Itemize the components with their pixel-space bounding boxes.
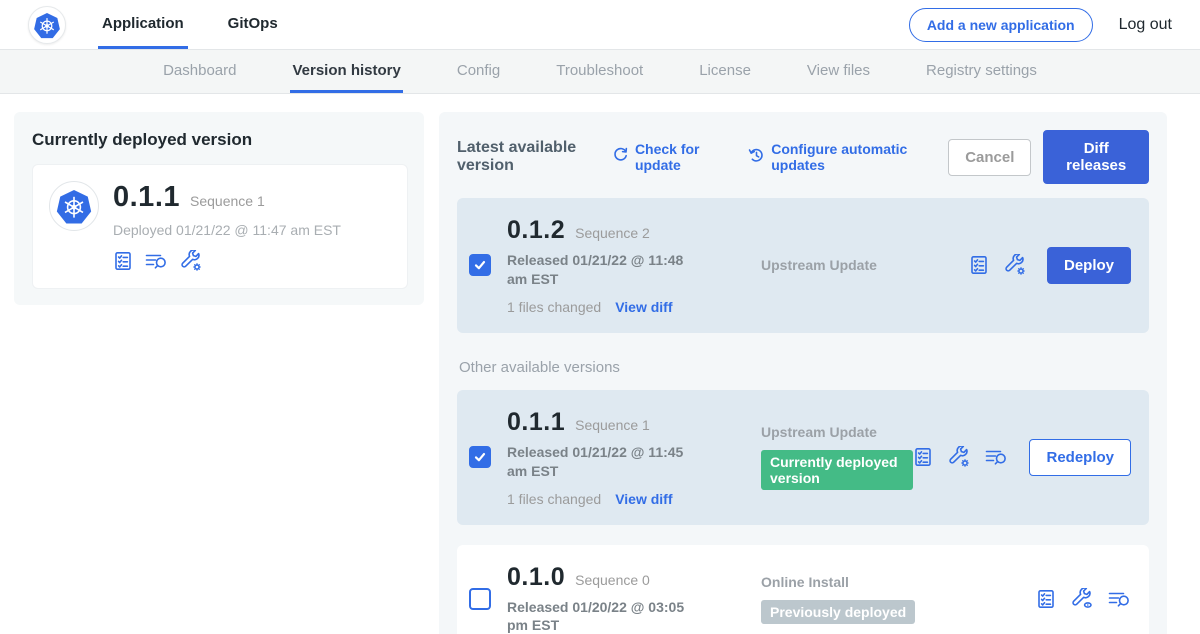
- subnav-tab-version-history[interactable]: Version history: [290, 50, 402, 93]
- subnav-tab-view-files[interactable]: View files: [805, 50, 872, 93]
- kubernetes-logo-icon: [28, 6, 66, 44]
- refresh-icon: [612, 147, 629, 167]
- preflight-checks-icon[interactable]: [113, 251, 133, 271]
- configure-automatic-updates-link[interactable]: Configure automatic updates: [748, 141, 922, 173]
- edit-config-icon[interactable]: [948, 446, 970, 468]
- files-changed-label: 1 files changed: [507, 299, 601, 315]
- logout-button[interactable]: Log out: [1119, 16, 1172, 34]
- view-config-icon[interactable]: [1071, 588, 1093, 610]
- view-logs-icon[interactable]: [985, 447, 1008, 467]
- top-nav: Application GitOps Add a new application…: [0, 0, 1200, 50]
- edit-config-icon[interactable]: [180, 250, 202, 272]
- subnav-tab-config[interactable]: Config: [455, 50, 502, 93]
- previously-deployed-badge: Previously deployed: [761, 600, 915, 624]
- files-changed-label: 1 files changed: [507, 491, 601, 507]
- version-history-panel: Latest available version Check for updat…: [439, 112, 1167, 634]
- tab-application[interactable]: Application: [98, 0, 188, 49]
- view-logs-icon[interactable]: [1108, 589, 1131, 609]
- view-logs-icon[interactable]: [145, 251, 168, 271]
- subnav-tab-dashboard[interactable]: Dashboard: [161, 50, 238, 93]
- deployed-version-card: 0.1.1 Sequence 1 Deployed 01/21/22 @ 11:…: [32, 164, 408, 289]
- version-row-0-1-2: 0.1.2 Sequence 2 Released 01/21/22 @ 11:…: [457, 198, 1149, 333]
- version-number: 0.1.1: [507, 408, 565, 437]
- app-kubernetes-icon: [49, 181, 99, 231]
- cancel-button[interactable]: Cancel: [948, 139, 1031, 176]
- version-checkbox[interactable]: [469, 588, 491, 610]
- subnav-tab-troubleshoot[interactable]: Troubleshoot: [554, 50, 645, 93]
- app-level-tabs: Application GitOps: [98, 0, 282, 49]
- version-row-0-1-0: 0.1.0 Sequence 0 Released 01/20/22 @ 03:…: [457, 545, 1149, 634]
- add-new-application-button[interactable]: Add a new application: [909, 8, 1093, 42]
- version-source-label: Upstream Update: [761, 257, 969, 273]
- deployed-card-title: Currently deployed version: [32, 130, 408, 150]
- released-timestamp: Released 01/21/22 @ 11:45 am EST: [507, 443, 707, 481]
- preflight-checks-icon[interactable]: [1036, 589, 1056, 609]
- version-number: 0.1.2: [507, 216, 565, 245]
- released-timestamp: Released 01/21/22 @ 11:48 am EST: [507, 251, 707, 289]
- app-subnav: Dashboard Version history Config Trouble…: [0, 50, 1200, 94]
- sequence-label: Sequence 0: [575, 572, 650, 588]
- redeploy-button[interactable]: Redeploy: [1029, 439, 1131, 476]
- latest-available-heading: Latest available version: [457, 139, 602, 175]
- schedule-update-icon: [748, 147, 765, 167]
- sequence-label: Sequence 1: [575, 417, 650, 433]
- deployed-version-number: 0.1.1: [113, 181, 180, 214]
- check-for-update-link[interactable]: Check for update: [612, 141, 722, 173]
- version-checkbox[interactable]: [469, 446, 491, 468]
- diff-releases-button[interactable]: Diff releases: [1043, 130, 1149, 184]
- sequence-label: Sequence 2: [575, 225, 650, 241]
- other-versions-heading: Other available versions: [459, 359, 1149, 376]
- deploy-button[interactable]: Deploy: [1047, 247, 1131, 284]
- preflight-checks-icon[interactable]: [969, 255, 989, 275]
- version-source-label: Upstream Update: [761, 424, 913, 440]
- subnav-tab-license[interactable]: License: [697, 50, 753, 93]
- currently-deployed-badge: Currently deployed version: [761, 450, 913, 490]
- view-diff-link[interactable]: View diff: [615, 491, 672, 507]
- currently-deployed-card: Currently deployed version: [14, 112, 424, 305]
- preflight-checks-icon[interactable]: [913, 447, 933, 467]
- deployed-sequence-label: Sequence 1: [190, 193, 265, 209]
- released-timestamp: Released 01/20/22 @ 03:05 pm EST: [507, 598, 707, 634]
- version-checkbox[interactable]: [469, 254, 491, 276]
- view-diff-link[interactable]: View diff: [615, 299, 672, 315]
- version-row-0-1-1: 0.1.1 Sequence 1 Released 01/21/22 @ 11:…: [457, 390, 1149, 525]
- version-number: 0.1.0: [507, 563, 565, 592]
- deployed-timestamp: Deployed 01/21/22 @ 11:47 am EST: [113, 222, 341, 238]
- version-source-label: Online Install: [761, 574, 1036, 590]
- edit-config-icon[interactable]: [1004, 254, 1026, 276]
- subnav-tab-registry-settings[interactable]: Registry settings: [924, 50, 1039, 93]
- tab-gitops[interactable]: GitOps: [224, 0, 282, 49]
